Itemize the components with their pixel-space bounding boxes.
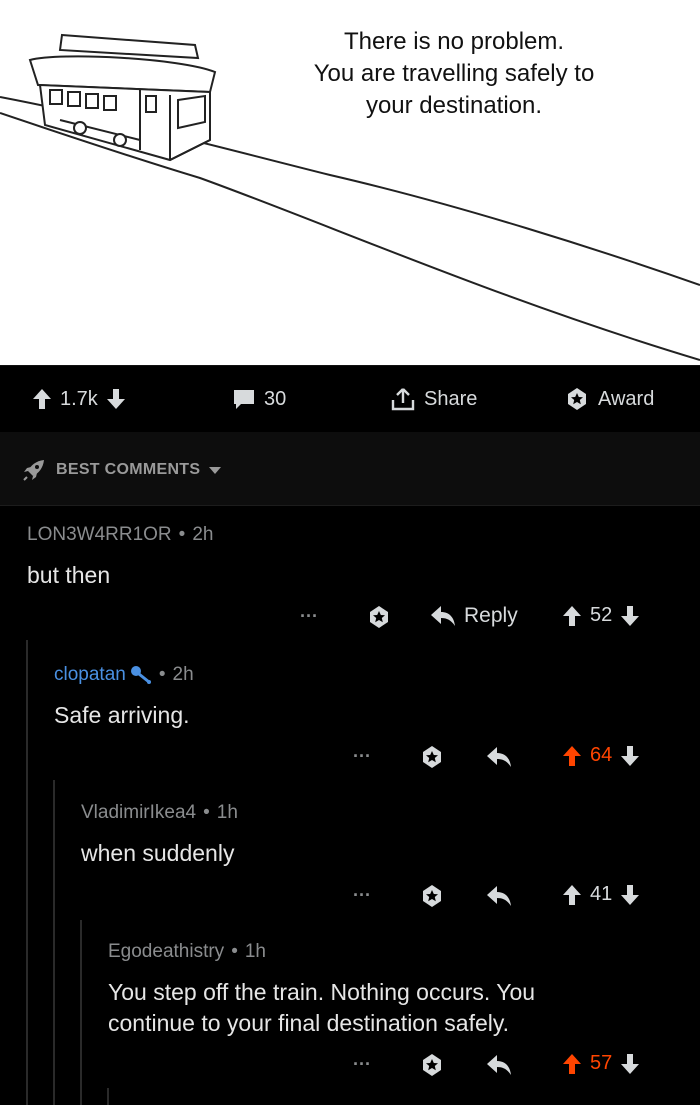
award-icon[interactable] (366, 604, 392, 630)
award-icon[interactable] (419, 744, 445, 770)
post-action-bar: 1.7k 30 Share Award (0, 365, 700, 431)
microphone-icon (130, 666, 151, 684)
comment-vote: 64 (562, 744, 640, 767)
award-icon (568, 388, 586, 410)
comment-author[interactable]: clopatan (54, 664, 126, 686)
share-label: Share (424, 387, 478, 410)
comment-body: Safe arriving. (54, 702, 190, 728)
comment-score: 64 (590, 744, 613, 766)
post-image[interactable]: There is no problem. You are travelling … (0, 0, 700, 365)
comment-age: 1h (244, 941, 266, 962)
comment-vote: 41 (562, 883, 640, 906)
reply-icon[interactable] (486, 885, 512, 907)
meta-separator: • (158, 664, 166, 685)
comment-body: when suddenly (81, 840, 235, 866)
caret-down-icon (209, 467, 222, 474)
meme-caption: There is no problem. You are travelling … (270, 26, 638, 122)
reply-icon[interactable] (486, 1054, 512, 1076)
downvote-icon[interactable] (620, 884, 640, 906)
comment-age: 2h (192, 524, 214, 545)
post-score: 1.7k (60, 387, 98, 410)
comment-vote: 52 (562, 604, 640, 627)
award-icon[interactable] (419, 883, 445, 909)
comment-meta: LON3W4RR1OR • 2h (27, 524, 677, 546)
downvote-icon[interactable] (106, 388, 126, 410)
caption-line: your destination. (365, 92, 543, 119)
meta-separator: • (178, 524, 186, 545)
comment-score: 57 (590, 1052, 613, 1074)
comment-author[interactable]: Egodeathistry (108, 941, 224, 963)
comment-author[interactable]: LON3W4RR1OR (27, 524, 172, 546)
comment: Egodeathistry • 1h You step off the trai… (108, 941, 678, 1039)
share-icon (391, 388, 415, 411)
comment: clopatan • 2h Safe arriving. (54, 664, 674, 731)
downvote-icon[interactable] (620, 745, 640, 767)
comment-actions: ··· 64 (0, 744, 700, 772)
comment-age: 1h (216, 802, 238, 823)
comment-sort-bar: BEST COMMENTS (0, 432, 700, 506)
comment-body: but then (27, 562, 111, 588)
meta-separator: • (231, 941, 238, 962)
upvote-icon[interactable] (562, 605, 582, 627)
award-button[interactable]: Award (564, 386, 662, 412)
comments-button[interactable]: 30 (232, 386, 294, 412)
upvote-icon[interactable] (562, 884, 582, 906)
more-options-button[interactable]: ··· (353, 746, 371, 767)
comment-actions: ··· 41 (0, 883, 700, 911)
more-options-button[interactable]: ··· (300, 606, 318, 627)
caption-line: There is no problem. (343, 28, 565, 55)
caption-line: You are travelling safely to (313, 60, 595, 87)
reply-button[interactable]: Reply (430, 604, 518, 628)
downvote-icon[interactable] (620, 1053, 640, 1075)
upvote-icon[interactable] (32, 388, 52, 410)
comment-author[interactable]: VladimirIkea4 (81, 802, 196, 824)
comment-age: 2h (172, 664, 194, 685)
reply-icon (431, 606, 455, 626)
comment-body-line: You step off the train. Nothing occurs. … (108, 979, 536, 1005)
comment: LON3W4RR1OR • 2h but then (27, 524, 677, 591)
comment-count: 30 (264, 387, 287, 410)
comment-body: You step off the train. Nothing occurs. … (108, 977, 678, 1039)
upvote-icon[interactable] (562, 745, 582, 767)
comment-vote: 57 (562, 1052, 640, 1075)
share-button[interactable]: Share (390, 386, 485, 412)
upvote-icon[interactable] (562, 1053, 582, 1075)
comment: VladimirIkea4 • 1h when suddenly (81, 802, 671, 869)
post-vote: 1.7k (32, 386, 126, 412)
meta-separator: • (203, 802, 210, 823)
award-icon[interactable] (419, 1052, 445, 1078)
reply-label: Reply (464, 604, 518, 627)
sort-dropdown[interactable]: BEST COMMENTS (22, 458, 222, 482)
comment-meta: Egodeathistry • 1h (108, 941, 678, 963)
comment-actions: ··· 57 (0, 1052, 700, 1080)
comment-actions: ··· Reply 52 (0, 604, 700, 632)
downvote-icon[interactable] (620, 605, 640, 627)
award-label: Award (598, 387, 655, 410)
comment-score: 52 (590, 604, 613, 626)
comment-meta: clopatan • 2h (54, 664, 674, 686)
more-options-button[interactable]: ··· (353, 885, 371, 906)
sort-label: BEST COMMENTS (56, 461, 201, 478)
comment-icon (234, 390, 254, 409)
thread-line (26, 640, 28, 1105)
reply-icon[interactable] (486, 746, 512, 768)
rocket-icon (23, 460, 44, 481)
thread-line (107, 1088, 109, 1105)
comment-body-line: continue to your final destination safel… (108, 1010, 510, 1036)
more-options-button[interactable]: ··· (353, 1054, 371, 1075)
comment-meta: VladimirIkea4 • 1h (81, 802, 671, 824)
comment-score: 41 (590, 883, 613, 905)
